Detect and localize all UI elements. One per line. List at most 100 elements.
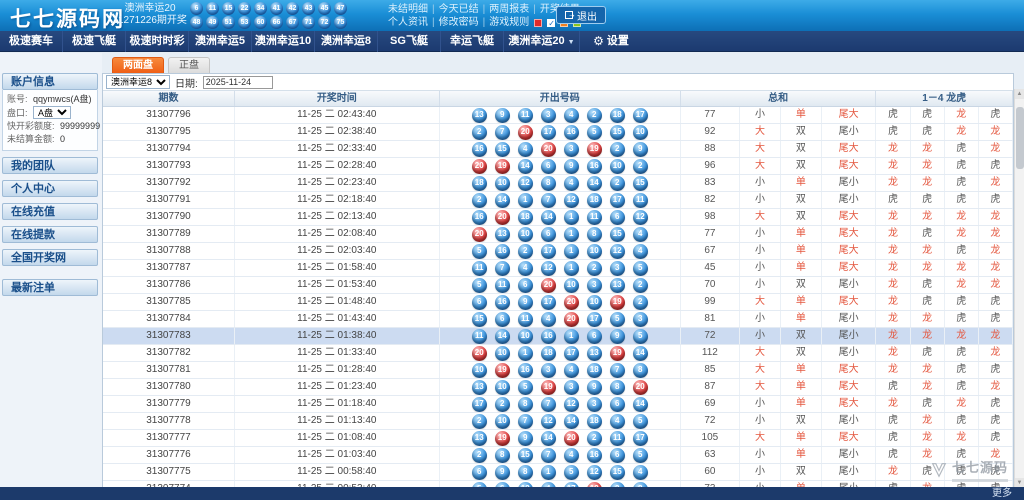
- dragon-tiger-cell: 龙: [979, 124, 1013, 140]
- result-ball: 2: [587, 431, 602, 446]
- header-ball: 49: [206, 16, 219, 29]
- top-link[interactable]: 个人资讯: [388, 16, 428, 29]
- scroll-up-arrow-icon[interactable]: ▲: [1015, 89, 1024, 99]
- result-ball: 7: [541, 448, 556, 463]
- table-row[interactable]: 3130778011-25 二 01:23:4013105193982087大单…: [103, 379, 1013, 396]
- table-row[interactable]: 3130779011-25 二 02:13:401620181411161298…: [103, 209, 1013, 226]
- top-link[interactable]: 今天已结: [439, 3, 479, 16]
- sidebar-item[interactable]: 全国开奖网: [2, 249, 98, 266]
- result-ball: 3: [587, 397, 602, 412]
- sidebar-item[interactable]: 个人中心: [2, 180, 98, 197]
- header-ball: 51: [222, 16, 235, 29]
- table-row[interactable]: 3130778211-25 二 01:33:402010118171319141…: [103, 345, 1013, 362]
- sidebar-item[interactable]: 在线提款: [2, 226, 98, 243]
- nav-item[interactable]: SG飞艇: [378, 31, 441, 52]
- dragon-tiger-cell: 龙: [876, 277, 910, 293]
- result-ball: 17: [564, 346, 579, 361]
- result-ball: 3: [541, 108, 556, 123]
- more-link[interactable]: 更多: [992, 487, 1012, 500]
- logout-button[interactable]: 退出: [556, 6, 606, 24]
- sum-cell: 45: [681, 260, 740, 276]
- nav-item[interactable]: 极速飞艇: [63, 31, 126, 52]
- sidebar-item[interactable]: 最新注单: [2, 279, 98, 296]
- top-link[interactable]: 两周报表: [489, 3, 529, 16]
- content-area: 账户信息 账号: qqymwcs(A盘) 盘口: A盘 快开彩额度: 99999…: [0, 53, 1024, 487]
- dragon-tiger-cell: 虎: [911, 396, 945, 412]
- top-link[interactable]: 未结明细: [388, 3, 428, 16]
- tab-two-side-board[interactable]: 两面盘: [112, 57, 164, 73]
- table-row[interactable]: 3130778511-25 二 01:48:40616917201019299大…: [103, 294, 1013, 311]
- legend-checkbox-icon[interactable]: ✓: [547, 19, 555, 27]
- table-row[interactable]: 3130778111-25 二 01:28:4010191634187885大单…: [103, 362, 1013, 379]
- top-link[interactable]: 游戏规则: [489, 16, 529, 29]
- result-ball: 6: [518, 278, 533, 293]
- result-ball: 11: [518, 108, 533, 123]
- nav-item[interactable]: 澳洲幸运8: [315, 31, 378, 52]
- sidebar-item[interactable]: 我的团队: [2, 157, 98, 174]
- dragon-tiger-cell: 龙: [876, 328, 910, 344]
- nav-item[interactable]: 澳洲幸运5: [189, 31, 252, 52]
- nav-item[interactable]: 澳洲幸运10: [252, 31, 315, 52]
- result-ball: 9: [587, 380, 602, 395]
- table-row[interactable]: 3130777911-25 二 01:18:401728712361469小单尾…: [103, 396, 1013, 413]
- scrollbar-thumb[interactable]: [1016, 107, 1024, 169]
- table-row[interactable]: 3130778711-25 二 01:58:40117412123545小单尾大…: [103, 260, 1013, 277]
- big-small-cell: 小: [740, 243, 781, 259]
- table-row[interactable]: 3130778811-25 二 02:03:4051621711012467小单…: [103, 243, 1013, 260]
- vertical-scrollbar[interactable]: ▲ ▼: [1014, 89, 1024, 488]
- date-input[interactable]: [203, 76, 273, 89]
- table-row[interactable]: 3130777811-25 二 01:13:4021071214184572小双…: [103, 413, 1013, 430]
- table-row[interactable]: 3130777711-25 二 01:08:401319914202111710…: [103, 430, 1013, 447]
- dragon-tiger-cell: 龙: [945, 396, 979, 412]
- odd-even-cell: 双: [781, 192, 822, 208]
- draw-numbers-cell: 2815741665: [440, 447, 681, 463]
- sum-cell: 96: [681, 158, 740, 174]
- result-ball: 3: [610, 261, 625, 276]
- big-small-cell: 小: [740, 447, 781, 463]
- table-row[interactable]: 3130779211-25 二 02:23:40181012841421583小…: [103, 175, 1013, 192]
- nav-settings[interactable]: ⚙ 设置: [580, 31, 642, 52]
- result-ball: 5: [587, 125, 602, 140]
- nav-item[interactable]: 极速时时彩: [126, 31, 189, 52]
- big-small-cell: 小: [740, 464, 781, 480]
- draw-numbers-cell: 16201814111612: [440, 209, 681, 225]
- result-ball: 14: [633, 397, 648, 412]
- sidebar-account-header[interactable]: 账户信息: [2, 73, 98, 90]
- table-header: 期数 开奖时间 开出号码 总和 1－4 龙虎: [103, 91, 1013, 107]
- period-cell: 31307789: [103, 226, 235, 242]
- table-row[interactable]: 3130778411-25 二 01:43:4015611420175381小单…: [103, 311, 1013, 328]
- top-link[interactable]: 修改密码: [439, 16, 479, 29]
- panel-select[interactable]: A盘: [33, 106, 71, 119]
- nav-item-active-game[interactable]: 澳洲幸运20▼: [504, 31, 580, 52]
- draw-time-cell: 11-25 二 02:33:40: [235, 141, 440, 157]
- result-ball: 14: [564, 414, 579, 429]
- dragon-tiger-cell: 龙: [876, 396, 910, 412]
- table-row[interactable]: 3130779511-25 二 02:38:40272017165151092大…: [103, 124, 1013, 141]
- result-ball: 8: [518, 397, 533, 412]
- link-separator: |: [483, 16, 486, 29]
- dragon-tiger-cell: 虎: [876, 430, 910, 446]
- nav-item[interactable]: 幸运飞艇: [441, 31, 504, 52]
- legend-color-square: [534, 19, 542, 27]
- table-row[interactable]: 3130779111-25 二 02:18:40214171218171182小…: [103, 192, 1013, 209]
- table-row[interactable]: 3130777611-25 二 01:03:40281574166563小单尾小…: [103, 447, 1013, 464]
- col-header-sum: 总和: [681, 91, 877, 106]
- table-row[interactable]: 3130778911-25 二 02:08:4020131061815477小单…: [103, 226, 1013, 243]
- big-small-cell: 大: [740, 124, 781, 140]
- result-ball: 13: [472, 108, 487, 123]
- table-row[interactable]: 3130778311-25 二 01:38:4011141016169572小双…: [103, 328, 1013, 345]
- table-row[interactable]: 3130778611-25 二 01:53:4051162010313270小双…: [103, 277, 1013, 294]
- table-row[interactable]: 3130779611-25 二 02:43:4013911342181777小单…: [103, 107, 1013, 124]
- big-small-cell: 大: [740, 209, 781, 225]
- nav-item[interactable]: 极速赛车: [0, 31, 63, 52]
- lottery-select[interactable]: 澳洲幸运8: [106, 75, 170, 89]
- result-ball: 4: [518, 142, 533, 157]
- dragon-tiger-cell: 虎: [911, 294, 945, 310]
- table-row[interactable]: 3130779411-25 二 02:33:4016154203192988大双…: [103, 141, 1013, 158]
- result-ball: 20: [518, 125, 533, 140]
- table-row[interactable]: 3130779311-25 二 02:28:40201914691610296大…: [103, 158, 1013, 175]
- sidebar-item[interactable]: 在线充值: [2, 203, 98, 220]
- tab-normal-board[interactable]: 正盘: [168, 57, 210, 73]
- table-row[interactable]: 3130777511-25 二 00:58:40698151215460小双尾小…: [103, 464, 1013, 481]
- draw-numbers-cell: 516217110124: [440, 243, 681, 259]
